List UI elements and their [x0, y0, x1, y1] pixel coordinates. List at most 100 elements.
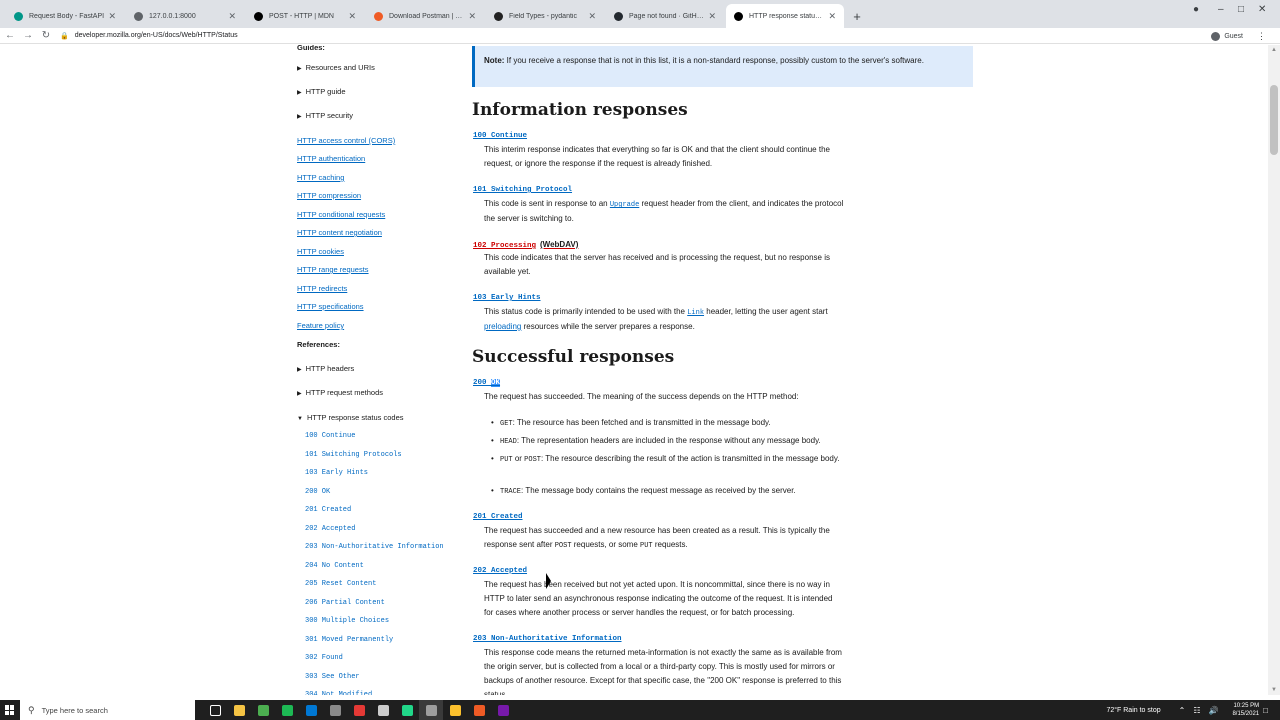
sidebar-subitem[interactable]: 203 Non-Authoritative Information: [305, 543, 444, 551]
chevron-up-icon[interactable]: ⌃: [1179, 706, 1186, 715]
sidebar-item[interactable]: HTTP content negotiation: [297, 228, 382, 237]
reload-button[interactable]: ↻: [38, 28, 54, 44]
tab-close-icon[interactable]: ✕: [228, 11, 236, 22]
taskbar-app[interactable]: [395, 700, 419, 720]
sidebar-subitem[interactable]: 201 Created: [305, 506, 351, 514]
browser-tab[interactable]: POST - HTTP | MDN ✕: [246, 4, 364, 28]
code-102-link[interactable]: 102 Processing (WebDAV): [473, 240, 578, 250]
sidebar-item[interactable]: HTTP authentication: [297, 154, 365, 163]
sidebar-item[interactable]: ▶ HTTP security: [297, 111, 353, 120]
taskbar-app[interactable]: [491, 700, 515, 720]
browser-tab[interactable]: Request Body - FastAPI ✕: [6, 4, 124, 28]
sidebar-subitem[interactable]: 301 Moved Permanently: [305, 636, 393, 644]
sidebar-item[interactable]: HTTP conditional requests: [297, 210, 385, 219]
sidebar-subitem[interactable]: 205 Reset Content: [305, 580, 376, 588]
sidebar-subitem[interactable]: 101 Switching Protocols: [305, 451, 402, 459]
tab-close-icon[interactable]: ✕: [468, 11, 476, 22]
tab-close-icon[interactable]: ✕: [708, 11, 716, 22]
sidebar-item[interactable]: HTTP access control (CORS): [297, 136, 395, 145]
browser-tab[interactable]: Field Types - pydantic ✕: [486, 4, 604, 28]
sidebar-subitem[interactable]: 206 Partial Content: [305, 599, 385, 607]
sidebar-item-label: HTTP content negotiation: [297, 228, 382, 237]
browser-tab[interactable]: 127.0.0.1:8000 ✕: [126, 4, 244, 28]
sidebar-subitem[interactable]: 204 No Content: [305, 562, 364, 570]
tab-close-icon[interactable]: ✕: [588, 11, 596, 22]
taskbar-app[interactable]: [443, 700, 467, 720]
sidebar-subitem[interactable]: 302 Found: [305, 654, 343, 662]
triangle-right-icon: ▶: [297, 391, 302, 397]
taskbar-app[interactable]: [227, 700, 251, 720]
sidebar-item[interactable]: ▶ Resources and URIs: [297, 63, 375, 72]
code-100-link[interactable]: 100 Continue: [473, 132, 527, 140]
code-202-link[interactable]: 202 Accepted: [473, 567, 527, 575]
link-header-link[interactable]: Link: [687, 309, 704, 317]
profile-button[interactable]: Guest ⋮: [1211, 28, 1266, 44]
tab-close-icon[interactable]: ✕: [828, 11, 836, 22]
sidebar-item[interactable]: HTTP range requests: [297, 265, 369, 274]
code-103-link[interactable]: 103 Early Hints: [473, 294, 541, 302]
sidebar-subitem[interactable]: 300 Multiple Choices: [305, 617, 389, 625]
sidebar-item[interactable]: HTTP specifications: [297, 302, 364, 311]
volume-icon[interactable]: 🔊: [1208, 706, 1218, 715]
taskbar-app[interactable]: [347, 700, 371, 720]
maximize-button[interactable]: □: [1238, 4, 1244, 15]
sidebar-item[interactable]: Feature policy: [297, 321, 344, 330]
sidebar-subitem[interactable]: 202 Accepted: [305, 525, 355, 533]
sidebar-item[interactable]: HTTP compression: [297, 191, 361, 200]
more-menu-icon[interactable]: ⋮: [1257, 31, 1266, 42]
code-get: GET: [500, 420, 513, 428]
network-icon[interactable]: ☷: [1193, 706, 1200, 715]
taskbar-app[interactable]: [251, 700, 275, 720]
weather-widget[interactable]: 72°F Rain to stop: [1106, 707, 1160, 714]
notifications-icon[interactable]: □: [1263, 706, 1268, 715]
browser-tab[interactable]: Download Postman | Try Postman✕: [366, 4, 484, 28]
sidebar-item[interactable]: HTTP cookies: [297, 247, 344, 256]
clock[interactable]: 10:25 PM 8/15/2021: [1232, 702, 1259, 718]
taskbar-app[interactable]: [371, 700, 395, 720]
window-close-button[interactable]: ✕: [1258, 4, 1266, 15]
upgrade-link[interactable]: Upgrade: [610, 201, 639, 209]
tab-close-icon[interactable]: ✕: [108, 11, 116, 22]
scroll-up-icon[interactable]: ▲: [1271, 47, 1277, 53]
code-201-link[interactable]: 201 Created: [473, 513, 523, 521]
taskbar-app[interactable]: [299, 700, 323, 720]
sidebar-item[interactable]: ▶ HTTP request methods: [297, 388, 383, 397]
taskbar-app[interactable]: [203, 700, 227, 720]
taskbar-app[interactable]: [275, 700, 299, 720]
sidebar-item[interactable]: HTTP caching: [297, 173, 344, 182]
forward-button[interactable]: →: [20, 28, 36, 44]
chrome-extension-icon[interactable]: ●: [1193, 4, 1199, 15]
sidebar-item[interactable]: ▶ HTTP headers: [297, 364, 354, 373]
text: header, letting the user agent start: [704, 307, 828, 316]
scroll-down-icon[interactable]: ▼: [1271, 687, 1277, 693]
page-scrollbar[interactable]: ▲ ▼: [1268, 45, 1280, 695]
sidebar-item-label: Guides:: [297, 45, 325, 52]
sidebar-subitem[interactable]: 200 OK: [305, 488, 330, 496]
text: : The message body contains the request …: [521, 486, 796, 495]
taskbar-app[interactable]: [419, 700, 443, 720]
taskbar-app[interactable]: [323, 700, 347, 720]
taskbar-search[interactable]: ⚲ Type here to search: [20, 700, 195, 720]
sidebar-subitem[interactable]: 303 See Other: [305, 673, 360, 681]
code-101-link[interactable]: 101 Switching Protocol: [473, 186, 572, 194]
preloading-link[interactable]: preloading: [484, 322, 521, 331]
sidebar-subitem[interactable]: 100 Continue: [305, 432, 355, 440]
new-tab-button[interactable]: +: [846, 4, 868, 28]
taskbar-app[interactable]: [467, 700, 491, 720]
sidebar-subitem[interactable]: 304 Not Modified: [305, 691, 372, 695]
sidebar-item[interactable]: HTTP redirects: [297, 284, 347, 293]
address-bar[interactable]: 🔒 developer.mozilla.org/en-US/docs/Web/H…: [60, 29, 1230, 43]
onenote-icon: [497, 704, 509, 716]
browser-tab[interactable]: Page not found · GitHub · GitHub✕: [606, 4, 724, 28]
minimize-button[interactable]: –: [1218, 4, 1224, 15]
sidebar-item[interactable]: ▼ HTTP response status codes: [297, 413, 404, 422]
browser-tab[interactable]: HTTP response status codes - HTTP ✕: [726, 4, 844, 28]
sidebar-subitem[interactable]: 103 Early Hints: [305, 469, 368, 477]
scrollbar-thumb[interactable]: [1270, 85, 1278, 155]
back-button[interactable]: ←: [2, 28, 18, 44]
start-button[interactable]: [0, 700, 20, 720]
code-200-link[interactable]: 200 OK: [473, 379, 501, 387]
tab-close-icon[interactable]: ✕: [348, 11, 356, 22]
sidebar-item[interactable]: ▶ HTTP guide: [297, 87, 346, 96]
code-203-link[interactable]: 203 Non-Authoritative Information: [473, 635, 622, 643]
